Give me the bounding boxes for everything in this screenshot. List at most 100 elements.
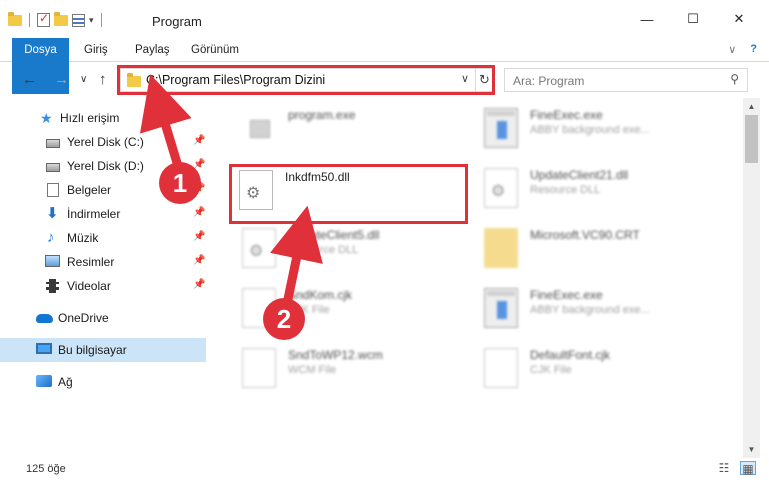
computer-icon <box>36 343 52 354</box>
close-button[interactable]: ✕ <box>716 0 762 38</box>
divider <box>100 13 102 27</box>
customize-toolbar-icon[interactable]: ▾ <box>89 15 94 26</box>
address-highlight-box <box>117 65 495 95</box>
sidebar-item[interactable]: ★ Hızlı erişim <box>0 106 206 130</box>
file-name: UpdateClient21.dll <box>530 168 629 182</box>
file-name: Microsoft.VC90.CRT <box>530 228 640 242</box>
new-folder-icon[interactable] <box>54 11 68 26</box>
sidebar-item-label: Yerel Disk (C:) <box>67 135 144 149</box>
file-description: ABBY background exe... <box>530 124 650 136</box>
status-bar: 125 öğe ☷ ▦ <box>0 458 769 496</box>
file-item[interactable]: FineExec.exe ABBY background exe... <box>474 280 714 336</box>
properties-check-icon[interactable] <box>37 11 50 27</box>
scroll-down-icon[interactable]: ▼ <box>743 441 760 458</box>
file-item[interactable]: program.exe <box>232 100 472 156</box>
tab-share[interactable]: Paylaş <box>135 38 170 62</box>
search-placeholder: Ara: Program <box>513 74 585 88</box>
file-item[interactable]: UpdateClient5.dll Resource DLL <box>232 220 472 276</box>
music-icon: ♪ <box>47 229 55 246</box>
minimize-button[interactable]: — <box>624 0 670 38</box>
back-button[interactable]: ← <box>22 71 37 88</box>
pin-icon[interactable]: 📌 <box>193 255 205 266</box>
sidebar-item-label: Müzik <box>67 231 99 245</box>
sidebar-item[interactable]: ♪ Müzik 📌 <box>0 226 206 250</box>
properties-icon[interactable] <box>72 13 85 27</box>
details-view-icon[interactable]: ☷ <box>716 461 732 475</box>
quick-access-toolbar: ▾ <box>8 11 105 27</box>
sidebar-item-label: İndirmeler <box>67 207 121 221</box>
sidebar-item-label: Ağ <box>58 375 73 389</box>
up-button[interactable]: ↑ <box>99 71 107 88</box>
pin-icon[interactable]: 📌 <box>193 279 205 290</box>
tab-view[interactable]: Görünüm <box>191 38 239 62</box>
videos-icon <box>46 279 59 293</box>
file-item[interactable]: FineExec.exe ABBY background exe... <box>474 100 714 156</box>
file-item[interactable]: DefaultFont.cjk CJK File <box>474 340 714 396</box>
sidebar-item-label: Resimler <box>67 255 115 269</box>
scroll-up-icon[interactable]: ▲ <box>743 98 760 115</box>
sidebar-item[interactable]: Ağ <box>0 370 206 394</box>
vertical-scrollbar[interactable]: ▲ ▼ <box>743 98 760 458</box>
dll-gear-icon <box>242 228 276 268</box>
forward-button[interactable]: → <box>54 71 69 88</box>
folder-icon <box>484 228 518 268</box>
sidebar-item-label: Videolar <box>67 279 111 293</box>
sidebar-item-label: Belgeler <box>67 183 112 197</box>
navigation-pane: ★ Hızlı erişim Yerel Disk (C:) 📌 Yerel Disk … <box>0 98 212 458</box>
file-description: ABBY background exe... <box>530 304 650 316</box>
dll-gear-icon <box>239 170 273 210</box>
onedrive-icon <box>36 314 53 323</box>
file-item[interactable]: UpdateClient21.dll Resource DLL <box>474 160 714 216</box>
sidebar-item-label: Yerel Disk (D:) <box>67 159 144 173</box>
file-item[interactable]: SndToWP12.wcm WCM File <box>232 340 472 396</box>
file-item-inkdfm50[interactable]: Inkdfm50.dll <box>229 162 469 218</box>
file-description: Resource DLL <box>288 244 359 256</box>
file-description: CJK File <box>530 364 572 376</box>
downloads-icon: ⬇ <box>46 205 59 222</box>
page-icon <box>484 348 518 388</box>
pin-icon[interactable]: 📌 <box>193 135 205 146</box>
pictures-icon <box>45 255 60 267</box>
file-description: Resource DLL <box>530 184 601 196</box>
recent-locations-button[interactable]: ∨ <box>80 74 87 85</box>
network-icon <box>36 375 52 387</box>
maximize-button[interactable]: ☐ <box>670 0 716 38</box>
sidebar-item[interactable]: Resimler 📌 <box>0 250 206 274</box>
pin-icon[interactable]: 📌 <box>193 207 205 218</box>
file-item[interactable]: Microsoft.VC90.CRT <box>474 220 714 276</box>
sidebar-item[interactable]: Videolar 📌 <box>0 274 206 298</box>
folder-icon[interactable] <box>8 11 22 26</box>
file-name: SndToWP12.wcm <box>288 348 383 362</box>
drive-icon <box>46 163 60 172</box>
file-name: FineExec.exe <box>530 108 603 122</box>
sidebar-item-label: OneDrive <box>58 311 109 325</box>
sidebar-item[interactable]: ⬇ İndirmeler 📌 <box>0 202 206 226</box>
window-icon <box>484 108 518 148</box>
tab-home[interactable]: Giriş <box>84 38 108 62</box>
sidebar-item-label: Hızlı erişim <box>60 111 120 125</box>
file-description: WCM File <box>288 364 337 376</box>
sidebar-item[interactable]: OneDrive <box>0 306 206 330</box>
file-name: program.exe <box>288 108 356 122</box>
window-icon <box>484 288 518 328</box>
item-count: 125 öğe <box>26 463 66 475</box>
pin-icon[interactable]: 📌 <box>193 231 205 242</box>
file-name: UpdateClient5.dll <box>288 228 380 242</box>
sidebar-item[interactable]: Yerel Disk (C:) 📌 <box>0 130 206 154</box>
expand-ribbon-icon[interactable]: ∨ <box>728 43 736 56</box>
window-title: Program <box>152 14 202 29</box>
search-box[interactable]: Ara: Program ⚲ <box>504 68 748 92</box>
title-bar: ▾ Program — ☐ ✕ <box>0 0 769 38</box>
tiles-view-icon[interactable]: ▦ <box>740 461 756 476</box>
sidebar-item-label: Bu bilgisayar <box>58 343 127 357</box>
scrollbar-thumb[interactable] <box>745 115 758 163</box>
help-icon[interactable]: ? <box>750 43 757 56</box>
file-name: SndKom.cjk <box>288 288 353 302</box>
search-icon: ⚲ <box>730 72 739 86</box>
sidebar-item[interactable]: Bu bilgisayar <box>0 338 206 362</box>
drive-icon <box>46 139 60 148</box>
divider <box>29 13 30 27</box>
file-list: program.exe FineExec.exe ABBY background e… <box>212 98 743 458</box>
dll-gear-icon <box>484 168 518 208</box>
file-name: DefaultFont.cjk <box>530 348 611 362</box>
